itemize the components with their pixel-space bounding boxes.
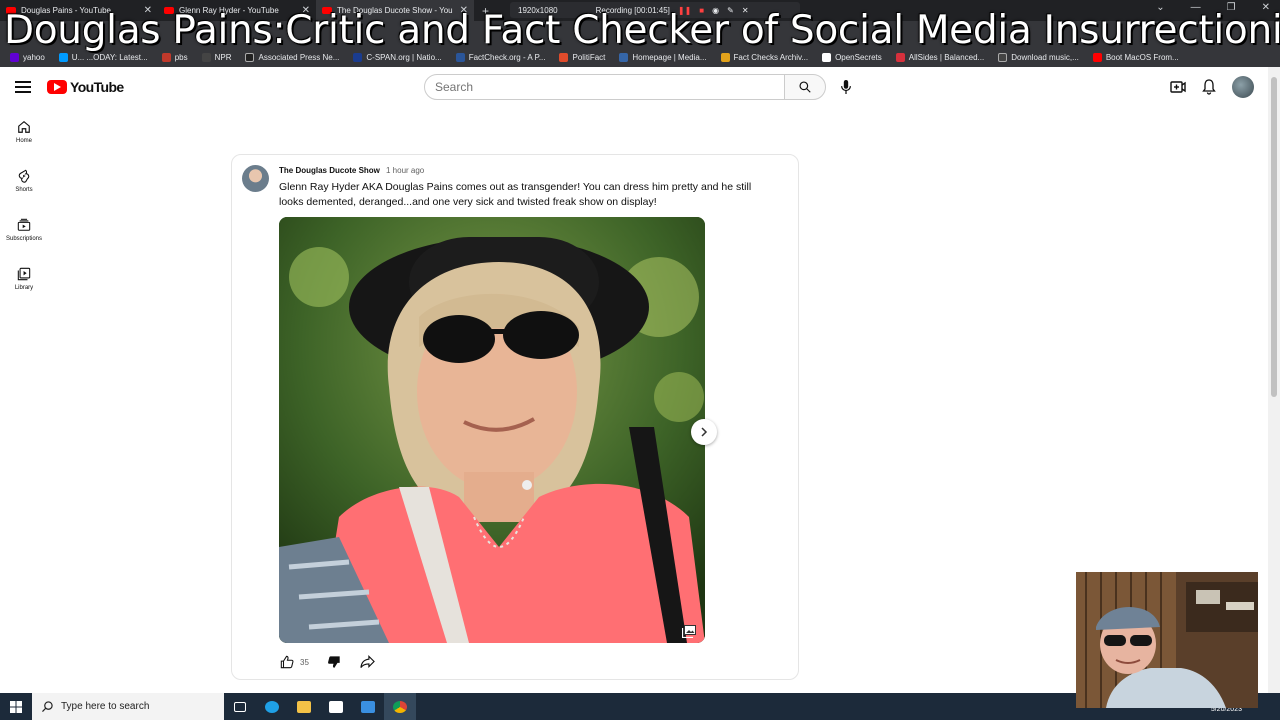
post-actions: 35	[278, 653, 377, 671]
taskbar-search[interactable]: Type here to search	[32, 693, 224, 720]
bookmark-allsides[interactable]: AllSides | Balanced...	[895, 52, 984, 62]
start-button[interactable]	[0, 693, 32, 720]
bookmark-npr[interactable]: NPR	[201, 52, 231, 62]
share-icon	[360, 655, 376, 669]
youtube-play-icon	[47, 80, 67, 94]
bookmark-favicon-icon	[201, 52, 211, 62]
post-image[interactable]	[279, 217, 705, 643]
bookmark-favicon-icon	[1092, 52, 1102, 62]
page-scrollbar[interactable]	[1268, 67, 1280, 693]
chrome-icon[interactable]	[384, 693, 416, 720]
sidebar-item-library[interactable]: Library	[0, 254, 48, 303]
shorts-icon	[18, 169, 30, 183]
search-button[interactable]	[784, 74, 826, 100]
bookmark-favicon-icon	[161, 52, 171, 62]
bookmark-download-music[interactable]: Download music,...	[998, 52, 1079, 62]
bookmark-factcheck[interactable]: FactCheck.org - A P...	[455, 52, 545, 62]
sidebar-item-label: Home	[15, 137, 32, 144]
search-input[interactable]	[435, 80, 774, 94]
like-button[interactable]	[278, 653, 296, 671]
hamburger-menu-icon[interactable]	[15, 79, 31, 95]
search-box[interactable]	[424, 74, 785, 100]
bookmark-favicon-icon	[58, 52, 68, 62]
bookmark-cspan[interactable]: C-SPAN.org | Natio...	[353, 52, 442, 62]
sidebar-item-label: Subscriptions	[5, 235, 43, 242]
bookmark-favicon-icon	[559, 52, 569, 62]
video-overlay-title: Douglas Pains:Critic and Fact Checker of…	[4, 8, 1280, 53]
bookmark-boot-macos[interactable]: Boot MacOS From...	[1092, 52, 1179, 62]
search-icon	[799, 81, 811, 93]
youtube-logo[interactable]: YouTube	[47, 79, 124, 95]
community-post-card: The Douglas Ducote Show 1 hour ago Glenn…	[231, 154, 799, 680]
bookmark-favicon-icon	[895, 52, 905, 62]
webcam-feed-illustration	[1076, 572, 1258, 708]
scrollbar-thumb[interactable]	[1271, 77, 1277, 397]
create-video-icon[interactable]	[1170, 80, 1186, 94]
task-view-icon[interactable]	[224, 693, 256, 720]
dislike-button[interactable]	[325, 653, 343, 671]
windows-logo-icon	[10, 700, 22, 713]
microsoft-store-icon[interactable]	[320, 693, 352, 720]
youtube-logo-text: YouTube	[70, 79, 124, 95]
bookmark-favicon-icon	[245, 52, 255, 62]
post-photo-illustration	[279, 217, 705, 643]
bookmark-mediabias[interactable]: Homepage | Media...	[619, 52, 707, 62]
bookmark-favicon-icon	[353, 52, 363, 62]
image-gallery-icon	[682, 625, 696, 638]
share-button[interactable]	[359, 653, 377, 671]
subscriptions-icon	[17, 218, 31, 231]
bookmark-yahoo[interactable]: yahoo	[10, 52, 45, 62]
sidebar-item-label: Library	[14, 284, 34, 291]
thumbs-down-icon	[327, 656, 340, 668]
bookmark-pbs[interactable]: pbs	[161, 52, 188, 62]
thumbs-up-icon	[280, 655, 294, 669]
bookmark-factchecks-archive[interactable]: Fact Checks Archiv...	[720, 52, 808, 62]
bookmark-opensecrets[interactable]: OpenSecrets	[822, 52, 882, 62]
bookmark-favicon-icon	[720, 52, 730, 62]
sidebar-item-shorts[interactable]: Shorts	[0, 156, 48, 205]
bookmark-usatoday[interactable]: U... ...ODAY: Latest...	[58, 52, 148, 62]
search-icon	[42, 701, 53, 712]
channel-name[interactable]: The Douglas Ducote Show	[279, 166, 380, 175]
masthead-actions	[1170, 76, 1254, 98]
taskbar-search-placeholder: Type here to search	[61, 701, 150, 712]
edge-browser-icon[interactable]	[256, 693, 288, 720]
sidebar-item-label: Shorts	[15, 186, 33, 193]
bookmark-favicon-icon	[10, 52, 19, 62]
channel-avatar[interactable]	[242, 165, 269, 192]
post-timestamp[interactable]: 1 hour ago	[386, 166, 424, 175]
file-explorer-icon[interactable]	[288, 693, 320, 720]
mail-icon[interactable]	[352, 693, 384, 720]
notifications-bell-icon[interactable]	[1202, 79, 1216, 95]
microphone-icon[interactable]	[835, 76, 857, 98]
mini-guide-sidebar: Home Shorts Subscriptions Library	[0, 107, 48, 303]
youtube-masthead: YouTube	[0, 67, 1268, 107]
account-avatar[interactable]	[1232, 76, 1254, 98]
bookmark-favicon-icon	[822, 52, 832, 62]
next-image-button[interactable]	[691, 419, 717, 445]
sidebar-item-home[interactable]: Home	[0, 107, 48, 156]
bookmark-favicon-icon	[455, 52, 465, 62]
bookmark-ap[interactable]: Associated Press Ne...	[245, 52, 339, 62]
chevron-right-icon	[701, 427, 708, 437]
bookmark-politifact[interactable]: PolitiFact	[559, 52, 605, 62]
like-count: 35	[300, 657, 309, 667]
post-text: Glenn Ray Hyder AKA Douglas Pains comes …	[279, 181, 752, 208]
sidebar-item-subscriptions[interactable]: Subscriptions	[0, 205, 48, 254]
webcam-overlay	[1076, 572, 1258, 708]
bookmark-favicon-icon	[998, 52, 1008, 62]
bookmark-favicon-icon	[619, 52, 629, 62]
library-icon	[17, 267, 31, 280]
home-icon	[18, 120, 30, 133]
